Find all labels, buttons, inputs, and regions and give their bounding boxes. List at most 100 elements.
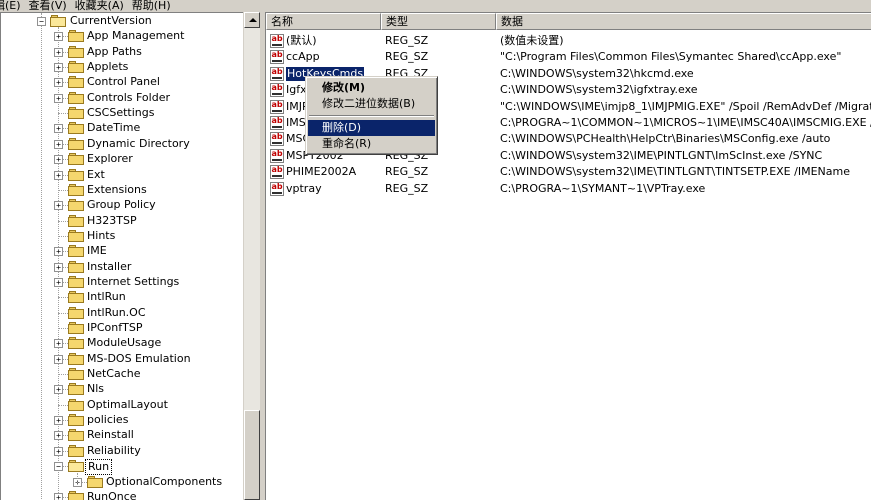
menu-view[interactable]: 查看(V) bbox=[25, 0, 71, 12]
tree-item-label[interactable]: RunOnce bbox=[85, 490, 139, 500]
tree-item-label[interactable]: IntlRun.OC bbox=[85, 306, 148, 320]
expand-icon[interactable]: + bbox=[54, 339, 63, 349]
menu-edit[interactable]: 辑(E) bbox=[0, 0, 25, 12]
tree-item-label[interactable]: MS-DOS Emulation bbox=[85, 352, 193, 366]
folder-icon bbox=[68, 45, 84, 58]
folder-icon bbox=[68, 122, 84, 135]
tree-item-label[interactable]: NetCache bbox=[85, 367, 143, 381]
string-value-icon: ab bbox=[270, 165, 284, 180]
folder-icon bbox=[68, 306, 84, 319]
registry-value-row[interactable]: ab PHIME2002A REG_SZ C:\WINDOWS\system32\IM… bbox=[266, 164, 871, 180]
tree-item-label[interactable]: Internet Settings bbox=[85, 275, 181, 289]
expand-icon[interactable]: + bbox=[54, 124, 63, 134]
tree-item-label[interactable]: App Paths bbox=[85, 45, 144, 59]
tree-item-label[interactable]: IME bbox=[85, 244, 109, 258]
tree-item-label[interactable]: IPConfTSP bbox=[85, 321, 144, 335]
expand-icon[interactable]: + bbox=[54, 277, 63, 287]
tree-item-label[interactable]: OptimalLayout bbox=[85, 398, 170, 412]
tree-item-label[interactable]: App Management bbox=[85, 29, 186, 43]
expand-icon[interactable]: + bbox=[54, 139, 63, 149]
tree-item-label[interactable]: policies bbox=[85, 413, 130, 427]
expand-icon[interactable]: + bbox=[54, 93, 63, 103]
tree-item-label[interactable]: DateTime bbox=[85, 121, 142, 135]
tree-item-label[interactable]: H323TSP bbox=[85, 214, 139, 228]
folder-icon bbox=[68, 168, 84, 181]
menu-item-delete[interactable]: 删除(D) bbox=[308, 120, 435, 136]
folder-icon bbox=[68, 352, 84, 365]
scroll-thumb[interactable] bbox=[244, 410, 260, 500]
tree-item-label[interactable]: IntlRun bbox=[85, 290, 128, 304]
expand-icon[interactable]: + bbox=[54, 247, 63, 257]
tree-item-label[interactable]: Run bbox=[85, 459, 113, 476]
registry-value-row[interactable]: ab vptray REG_SZ C:\PROGRA~1\SYMANT~1\VPTra… bbox=[266, 181, 871, 197]
menu-item-rename[interactable]: 重命名(R) bbox=[308, 136, 435, 152]
column-header-data[interactable]: 数据 bbox=[496, 13, 871, 30]
folder-icon bbox=[68, 275, 84, 288]
registry-tree[interactable]: − CurrentVersion + App Management + App Paths… bbox=[0, 12, 260, 500]
registry-value-row[interactable]: ab (默认) REG_SZ (数值未设置) bbox=[266, 33, 871, 49]
expand-icon[interactable]: + bbox=[54, 47, 63, 57]
tree-item-label[interactable]: Controls Folder bbox=[85, 91, 172, 105]
tree-item-label[interactable]: Group Policy bbox=[85, 198, 158, 212]
folder-icon bbox=[68, 76, 84, 89]
value-data: C:\WINDOWS\system32\IME\TINTLGNT\TINTSET… bbox=[500, 165, 850, 179]
tree-item-label[interactable]: Control Panel bbox=[85, 75, 162, 89]
folder-icon bbox=[87, 475, 103, 488]
folder-icon bbox=[68, 337, 84, 350]
column-header-name[interactable]: 名称 bbox=[266, 13, 381, 30]
menu-favorites[interactable]: 收藏夹(A) bbox=[71, 0, 128, 12]
value-name[interactable]: PHIME2002A bbox=[286, 164, 382, 180]
tree-item-label[interactable]: Reinstall bbox=[85, 428, 136, 442]
expand-icon[interactable]: + bbox=[54, 385, 63, 395]
tree-item-label[interactable]: Dynamic Directory bbox=[85, 137, 192, 151]
expand-icon[interactable]: + bbox=[54, 431, 63, 441]
scroll-up-button[interactable] bbox=[244, 12, 260, 28]
menu-item-modify-binary[interactable]: 修改二进位数据(B) bbox=[308, 96, 435, 112]
tree-item-label[interactable]: OptionalComponents bbox=[104, 475, 224, 489]
value-name[interactable]: vptray bbox=[286, 181, 382, 197]
expand-icon[interactable]: + bbox=[54, 32, 63, 42]
expand-icon[interactable]: + bbox=[54, 492, 63, 500]
tree-item-label[interactable]: Applets bbox=[85, 60, 130, 74]
expand-icon[interactable]: + bbox=[54, 354, 63, 364]
tree-item-label[interactable]: ModuleUsage bbox=[85, 336, 163, 350]
tree-item-label[interactable]: CSCSettings bbox=[85, 106, 156, 120]
expand-icon[interactable]: + bbox=[54, 262, 63, 272]
folder-icon bbox=[68, 490, 84, 500]
expand-icon[interactable]: + bbox=[54, 63, 63, 73]
folder-icon bbox=[68, 383, 84, 396]
expand-icon[interactable]: + bbox=[54, 78, 63, 88]
folder-icon bbox=[68, 199, 84, 212]
folder-icon bbox=[68, 153, 84, 166]
folder-icon bbox=[68, 414, 84, 427]
tree-item-label[interactable]: Installer bbox=[85, 260, 133, 274]
expand-icon[interactable]: + bbox=[54, 416, 63, 426]
column-header-type[interactable]: 类型 bbox=[381, 13, 496, 30]
tree-item-label[interactable]: Explorer bbox=[85, 152, 135, 166]
tree-item-label[interactable]: Ext bbox=[85, 168, 107, 182]
collapse-icon[interactable]: − bbox=[37, 17, 46, 26]
tree-item-label[interactable]: CurrentVersion bbox=[68, 14, 154, 28]
tree-guide-line bbox=[58, 189, 68, 191]
menu-item-modify[interactable]: 修改(M) bbox=[308, 80, 435, 96]
value-name[interactable]: (默认) bbox=[286, 33, 382, 49]
tree-guide-line bbox=[58, 328, 68, 329]
menu-help[interactable]: 帮助(H) bbox=[128, 0, 175, 12]
expand-icon[interactable]: + bbox=[54, 170, 63, 180]
tree-guide-line bbox=[58, 312, 68, 314]
tree-item-label[interactable]: Nls bbox=[85, 382, 106, 396]
folder-icon bbox=[68, 444, 84, 457]
folder-icon bbox=[68, 137, 84, 150]
expand-icon[interactable]: + bbox=[54, 201, 63, 211]
tree-item-label[interactable]: Hints bbox=[85, 229, 117, 243]
collapse-icon[interactable]: − bbox=[54, 462, 63, 472]
folder-icon bbox=[68, 229, 84, 242]
tree-item-label[interactable]: Extensions bbox=[85, 183, 149, 197]
tree-guide-line bbox=[41, 13, 42, 500]
expand-icon[interactable]: + bbox=[54, 155, 63, 165]
value-name[interactable]: ccApp bbox=[286, 49, 382, 65]
tree-item-label[interactable]: Reliability bbox=[85, 444, 143, 458]
registry-value-row[interactable]: ab ccApp REG_SZ "C:\Program Files\Common Fi… bbox=[266, 49, 871, 65]
expand-icon[interactable]: + bbox=[54, 446, 63, 456]
tree-scrollbar[interactable] bbox=[243, 12, 260, 500]
